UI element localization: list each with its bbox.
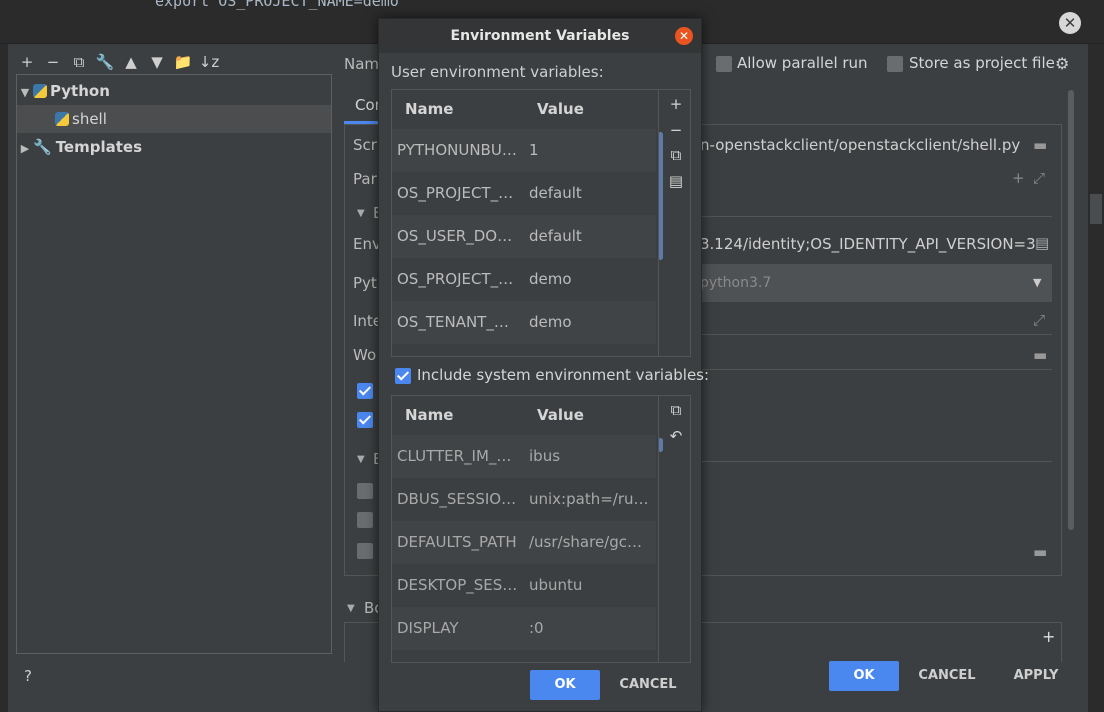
tree-item-templates[interactable]: ▶ 🔧 Templates	[17, 133, 331, 161]
env-value-field[interactable]: 3.124/identity;OS_IDENTITY_API_VERSION=3	[700, 235, 1036, 253]
column-name: Name	[405, 100, 454, 118]
move-down-icon[interactable]: ▼	[146, 50, 168, 74]
move-up-icon[interactable]: ▲	[120, 50, 142, 74]
background-left-gutter	[0, 44, 8, 712]
gear-icon[interactable]: ⚙	[1055, 54, 1069, 73]
allow-parallel-label: Allow parallel run	[737, 54, 868, 72]
chevron-right-icon[interactable]: ▶	[17, 135, 33, 163]
folder-icon[interactable]: 📁	[172, 50, 194, 74]
copy-icon[interactable]: ⧉	[68, 50, 90, 74]
copy-icon[interactable]: ⧉	[667, 400, 685, 420]
option-checkbox-2[interactable]	[357, 512, 373, 528]
tree-item-python[interactable]: ▼ Python	[17, 77, 331, 105]
table-row[interactable]: OS_PROJECT_DOMAIN_IDdefault	[392, 172, 656, 215]
option-checkbox-1[interactable]	[357, 483, 373, 499]
folder-icon[interactable]: ▬	[1033, 346, 1047, 364]
chevron-down-icon[interactable]: ▼	[347, 603, 355, 614]
table-row[interactable]: CLUTTER_IM_MODULEibus	[392, 435, 656, 478]
allow-parallel-checkbox[interactable]	[716, 56, 732, 72]
table-row[interactable]: DBUS_SESSION_BUS_ADDRESSunix:path=/run/u…	[392, 478, 656, 521]
table-row[interactable]: DISPLAY:0	[392, 607, 656, 650]
chevron-down-icon[interactable]: ▼	[357, 454, 365, 465]
user-vars-actions: + − ⧉ ▤	[658, 90, 690, 356]
python-interpreter-label: Pyt	[353, 274, 377, 292]
column-name: Name	[405, 406, 454, 424]
config-toolbar: + − ⧉ 🔧 ▲ ▼ 📁 ↓z	[16, 50, 220, 74]
include-system-label: Include system environment variables:	[417, 366, 710, 384]
help-button[interactable]: ?	[24, 667, 32, 685]
expand-icon[interactable]: ⤢	[1033, 169, 1045, 187]
remove-icon[interactable]: −	[667, 120, 685, 140]
user-vars-header: Name Value	[392, 90, 656, 128]
chevron-down-icon[interactable]: ▼	[357, 208, 365, 219]
background-right-gutter	[1088, 44, 1104, 712]
system-vars-header: Name Value	[392, 396, 656, 434]
system-vars-actions: ⧉ ↶	[658, 396, 690, 662]
add-icon[interactable]: +	[16, 50, 38, 74]
expand-icon[interactable]: ⤢	[1033, 311, 1045, 329]
env-cancel-button[interactable]: CANCEL	[613, 670, 683, 700]
folder-icon[interactable]: ▬	[1033, 543, 1047, 561]
add-icon[interactable]: +	[1012, 169, 1025, 187]
add-source-roots-checkbox[interactable]	[357, 412, 373, 428]
add-content-roots-checkbox[interactable]	[357, 383, 373, 399]
table-row[interactable]: PYTHONUNBUFFERED1	[392, 129, 656, 172]
sort-icon[interactable]: ↓z	[198, 50, 220, 74]
column-value: Value	[537, 406, 584, 424]
wrench-icon[interactable]: 🔧	[94, 50, 116, 74]
params-label: Par	[353, 170, 377, 188]
script-label: Scri	[353, 136, 382, 154]
name-label: Nam	[344, 55, 380, 73]
paste-icon[interactable]: ▤	[667, 171, 685, 191]
chevron-down-icon[interactable]: ▼	[1033, 276, 1041, 289]
interpreter-value: python3.7	[700, 275, 772, 291]
user-vars-label: User environment variables:	[391, 63, 604, 81]
add-icon[interactable]: +	[1042, 627, 1055, 646]
ok-button[interactable]: OK	[829, 661, 899, 691]
working-dir-label: Wo	[353, 346, 377, 364]
env-label: Env	[353, 235, 381, 253]
script-path-field[interactable]: n-openstackclient/openstackclient/shell.…	[700, 136, 1020, 154]
env-dialog-title: Environment Variables	[379, 19, 701, 53]
add-icon[interactable]: +	[667, 94, 685, 114]
chevron-down-icon[interactable]: ▼	[17, 79, 33, 107]
table-row[interactable]: OS_TENANT_NAMEdemo	[392, 301, 656, 344]
folder-icon[interactable]: ▬	[1033, 136, 1047, 154]
main-scrollbar[interactable]	[1068, 90, 1074, 530]
env-ok-button[interactable]: OK	[530, 670, 600, 700]
table-row[interactable]: DEFAULTS_PATH/usr/share/gconf/ubuntu.def…	[392, 521, 656, 564]
clipboard-icon[interactable]: ▤	[1035, 234, 1049, 252]
close-dialog-button[interactable]: ✕	[1059, 12, 1081, 34]
table-row[interactable]: DESKTOP_SESSIONubuntu	[392, 564, 656, 607]
background-code-line: export OS_PROJECT_NAME=demo	[155, 0, 399, 10]
wrench-icon: 🔧	[33, 138, 52, 156]
store-project-label: Store as project file	[909, 54, 1055, 72]
user-vars-table: Name Value PYTHONUNBUFFERED1 OS_PROJECT_…	[391, 89, 691, 357]
python-icon	[55, 112, 69, 126]
python-icon	[33, 84, 47, 98]
cancel-button[interactable]: CANCEL	[912, 661, 982, 691]
environment-variables-dialog: Environment Variables ✕ User environment…	[378, 18, 709, 712]
option-checkbox-3[interactable]	[357, 543, 373, 559]
table-row[interactable]: OS_PROJECT_NAMEdemo	[392, 258, 656, 301]
copy-icon[interactable]: ⧉	[667, 145, 685, 165]
table-row[interactable]: OS_USER_DOMAIN_IDdefault	[392, 215, 656, 258]
config-tree: ▼ Python shell ▶ 🔧 Templates	[16, 74, 332, 654]
store-project-checkbox[interactable]	[887, 56, 903, 72]
tree-item-shell[interactable]: shell	[17, 105, 331, 133]
system-vars-table: Name Value CLUTTER_IM_MODULEibus DBUS_SE…	[391, 395, 691, 663]
include-system-checkbox[interactable]	[395, 368, 411, 384]
remove-icon[interactable]: −	[42, 50, 64, 74]
reset-icon[interactable]: ↶	[667, 426, 685, 446]
close-icon[interactable]: ✕	[675, 27, 693, 45]
apply-button[interactable]: APPLY	[1000, 661, 1072, 691]
column-value: Value	[537, 100, 584, 118]
